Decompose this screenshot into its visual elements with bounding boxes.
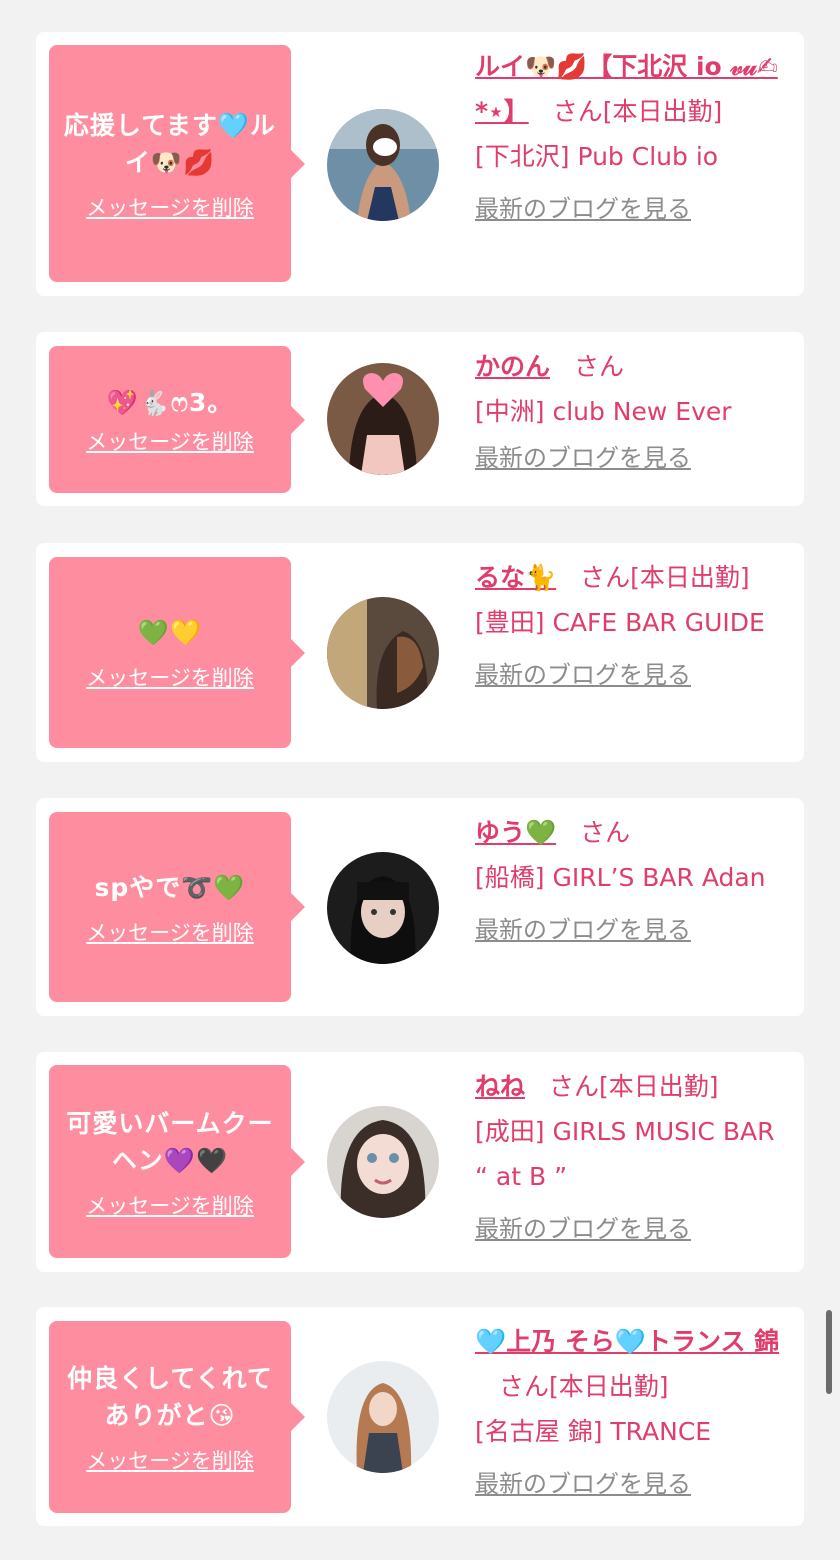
status-text: [本日出勤] [599,1072,719,1101]
message-text: 💖🐇ෆ3。 [106,388,234,417]
scrollbar[interactable] [826,1310,832,1394]
status-text: [本日出勤] [549,1372,669,1401]
message-text: 応援してます🩵ルイ🐶💋 [63,110,277,177]
cast-info: ねね さん[本日出勤] [成田] GIRLS MUSIC BAR “ at B ”… [475,1064,793,1251]
avatar[interactable] [327,363,439,475]
avatar[interactable] [327,852,439,964]
delete-message-link[interactable]: メッセージを削除 [86,665,254,691]
favorite-card: 💖🐇ෆ3。 メッセージを削除 かのん さん [中洲] club New Ever … [36,332,804,506]
delete-message-link[interactable]: メッセージを削除 [86,920,254,946]
honorific: さん [574,352,625,381]
cast-info: かのん さん [中洲] club New Ever 最新のブログを見る [475,344,793,480]
status-text: [本日出勤] [602,97,723,126]
latest-blog-link[interactable]: 最新のブログを見る [475,187,793,231]
favorite-card: 仲良くしてくれてありがと😘 メッセージを削除 🩵上乃 そら🩵トランス 錦さん[本… [36,1307,804,1526]
cast-name-link[interactable]: るな🐈 [475,563,556,592]
favorite-card: 可愛いバームクーヘン💜🖤 メッセージを削除 ねね さん[本日出勤] [成田] GI… [36,1052,804,1272]
favorite-card: 応援してます🩵ルイ🐶💋 メッセージを削除 ルイ🐶💋【下北沢 io 𝓋𝓊✍︎*⋆】… [36,32,804,296]
shop-name: [成田] GIRLS MUSIC BAR “ at B ” [475,1117,775,1191]
latest-blog-link[interactable]: 最新のブログを見る [475,908,793,952]
favorite-card: spやで➰💚 メッセージを削除 ゆう💚 さん [船橋] GIRL’S BAR Ad… [36,798,804,1016]
latest-blog-link[interactable]: 最新のブログを見る [475,1207,793,1251]
delete-message-link[interactable]: メッセージを削除 [86,1193,254,1219]
shop-name: [名古屋 錦] TRANCE [475,1417,712,1446]
avatar[interactable] [327,109,439,221]
latest-blog-link[interactable]: 最新のブログを見る [475,653,793,697]
cast-name-link[interactable]: ねね [475,1072,525,1101]
delete-message-link[interactable]: メッセージを削除 [86,195,254,221]
cast-name-link[interactable]: ゆう💚 [475,818,556,847]
message-bubble: 💚💛 メッセージを削除 [49,557,305,748]
message-bubble: 💖🐇ෆ3。 メッセージを削除 [49,346,305,493]
avatar[interactable] [327,597,439,709]
honorific: さん [499,1372,550,1401]
status-text: [本日出勤] [630,563,750,592]
favorite-card: 💚💛 メッセージを削除 るな🐈 さん[本日出勤] [豊田] CAFE BAR GU… [36,543,804,762]
avatar[interactable] [327,1106,439,1218]
message-bubble: 可愛いバームクーヘン💜🖤 メッセージを削除 [49,1065,305,1258]
shop-name: [下北沢] Pub Club io [475,142,719,171]
latest-blog-link[interactable]: 最新のブログを見る [475,436,793,480]
honorific: さん [552,97,603,126]
message-text: spやで➰💚 [94,872,246,902]
message-text: 可愛いバームクーヘン💜🖤 [66,1108,274,1175]
message-bubble: 仲良くしてくれてありがと😘 メッセージを削除 [49,1321,305,1513]
cast-info: ルイ🐶💋【下北沢 io 𝓋𝓊✍︎*⋆】 さん[本日出勤] [下北沢] Pub Cl… [475,44,793,231]
cast-info: 🩵上乃 そら🩵トランス 錦さん[本日出勤] [名古屋 錦] TRANCE 最新の… [475,1319,793,1506]
message-text: 💚💛 [137,618,203,647]
message-bubble: 応援してます🩵ルイ🐶💋 メッセージを削除 [49,45,305,282]
avatar[interactable] [327,1361,439,1473]
delete-message-link[interactable]: メッセージを削除 [86,1448,254,1474]
message-bubble: spやで➰💚 メッセージを削除 [49,812,305,1002]
cast-info: るな🐈 さん[本日出勤] [豊田] CAFE BAR GUIDE 最新のブログを見… [475,555,793,697]
cast-name-link[interactable]: 🩵上乃 そら🩵トランス 錦 [475,1327,779,1356]
cast-name-link[interactable]: かのん [475,352,550,381]
cast-info: ゆう💚 さん [船橋] GIRL’S BAR Adan 最新のブログを見る [475,810,793,952]
delete-message-link[interactable]: メッセージを削除 [86,429,254,455]
honorific: さん [549,1072,600,1101]
shop-name: [中洲] club New Ever [475,397,732,426]
latest-blog-link[interactable]: 最新のブログを見る [475,1462,793,1506]
honorific: さん [580,563,631,592]
message-text: 仲良くしてくれてありがと😘 [67,1364,273,1430]
shop-name: [豊田] CAFE BAR GUIDE [475,608,765,637]
shop-name: [船橋] GIRL’S BAR Adan [475,863,766,892]
honorific: さん [580,818,631,847]
